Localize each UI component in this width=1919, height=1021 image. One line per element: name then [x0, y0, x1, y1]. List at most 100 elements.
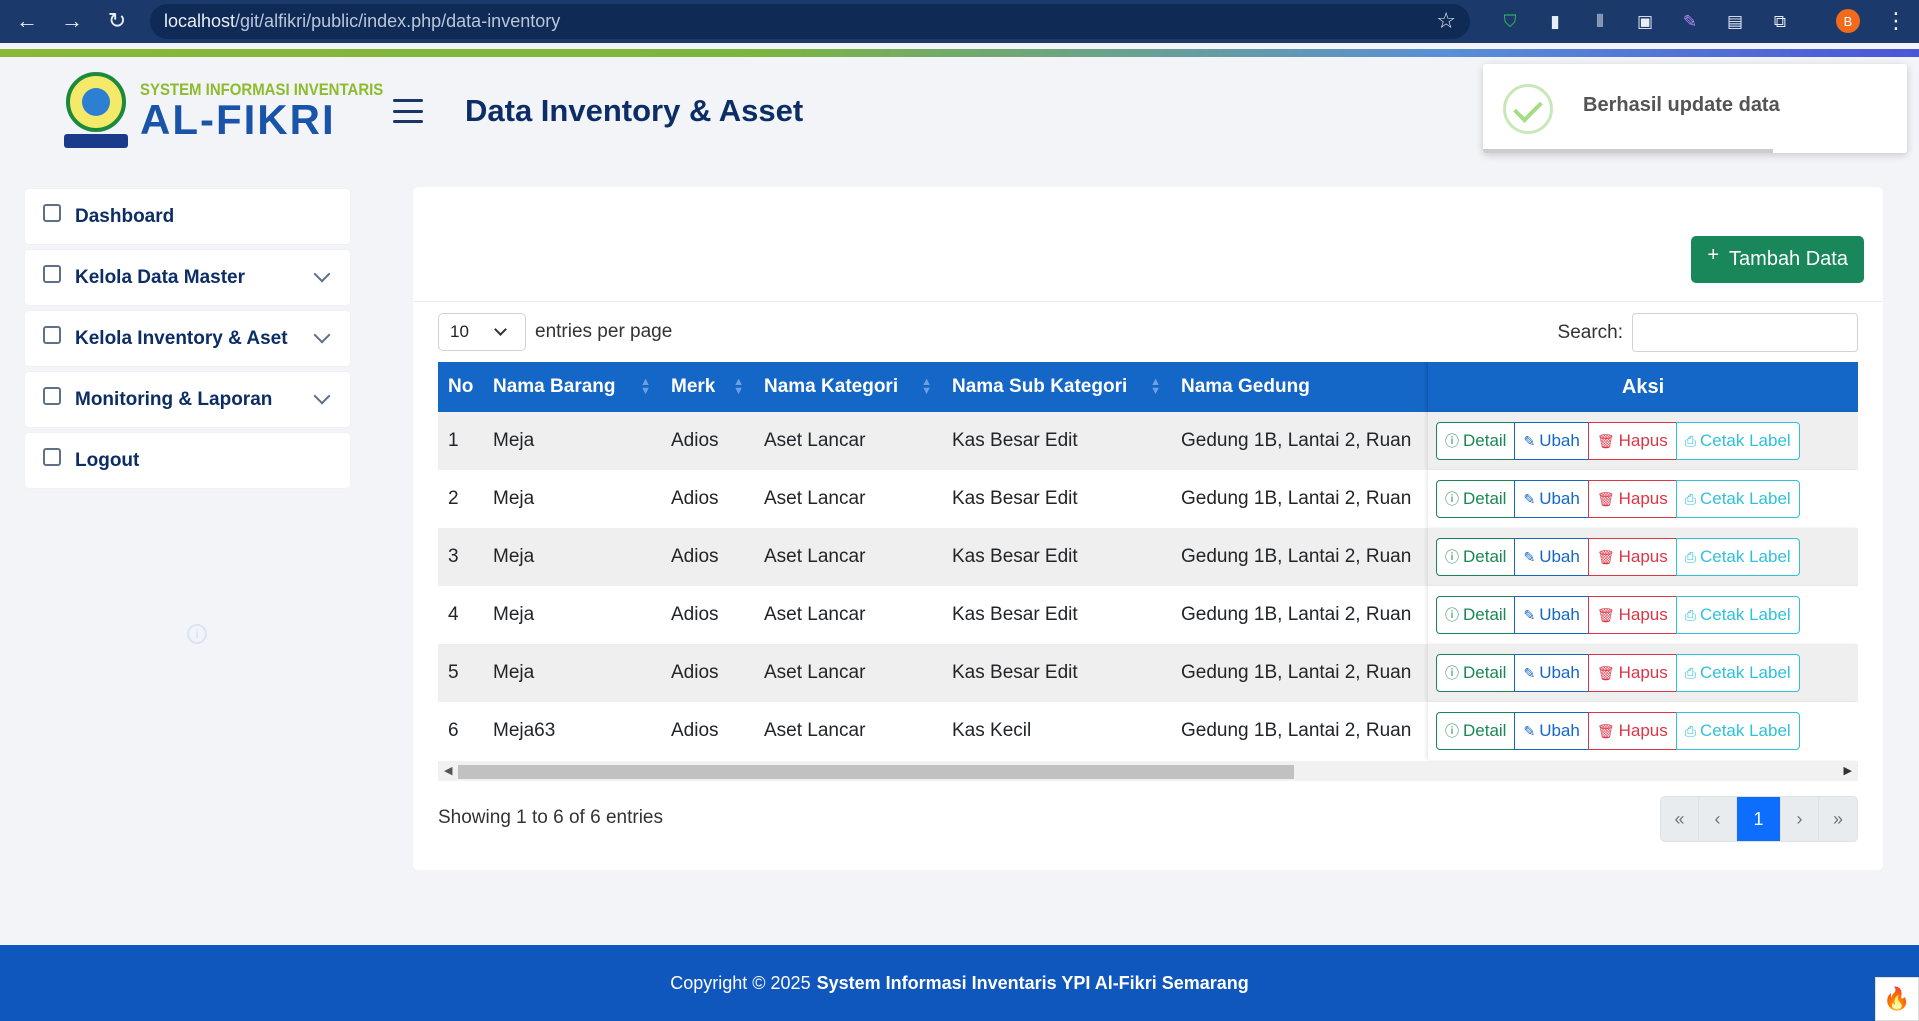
printer-icon: ⎙: [1684, 722, 1696, 739]
column-header-nama-gedung[interactable]: Nama Gedung: [1171, 362, 1428, 412]
column-header-label: Nama Barang: [493, 376, 616, 397]
image-extension-icon[interactable]: ▣: [1634, 11, 1656, 33]
table-cell: 1: [438, 412, 483, 470]
table-row: 1 Meja Adios Aset Lancar Kas Besar Edit Gedun…: [438, 412, 1428, 470]
search-input[interactable]: [1632, 313, 1858, 352]
browser-menu-icon[interactable]: ⋮: [1885, 8, 1907, 34]
edit-button[interactable]: ✎ Ubah: [1514, 654, 1589, 692]
edit-button[interactable]: ✎ Ubah: [1514, 596, 1589, 634]
page-current-button[interactable]: 1: [1737, 797, 1781, 841]
delete-button[interactable]: 🗑 Hapus: [1587, 654, 1677, 692]
column-header-label: Merk: [671, 376, 716, 397]
detail-button[interactable]: ⓘ Detail: [1436, 422, 1516, 460]
scrollbar-thumb[interactable]: [458, 765, 1294, 779]
column-header-nama-sub-kategori[interactable]: Nama Sub Kategori ▲ ▼: [942, 362, 1171, 412]
extensions-puzzle-icon[interactable]: ⧉: [1769, 11, 1791, 33]
forward-arrow-icon[interactable]: →: [57, 6, 87, 36]
delete-button[interactable]: 🗑 Hapus: [1587, 422, 1677, 460]
page-first-button[interactable]: «: [1661, 797, 1699, 841]
column-header-nama-barang[interactable]: Nama Barang ▲ ▼: [483, 362, 661, 412]
page-next-button[interactable]: ›: [1781, 797, 1819, 841]
pencil-icon: ✎: [1523, 548, 1536, 565]
table-row: 5 Meja Adios Aset Lancar Kas Besar Edit Gedun…: [438, 644, 1428, 702]
action-label: Ubah: [1539, 605, 1580, 624]
column-header-no[interactable]: No: [438, 362, 483, 412]
footer-org: System Informasi Inventaris YPI Al-Fikri…: [816, 972, 1249, 993]
bookmark-star-icon[interactable]: ☆: [1436, 8, 1456, 34]
add-data-button[interactable]: + Tambah Data: [1691, 236, 1864, 283]
print-label-button[interactable]: ⎙ Cetak Label: [1675, 712, 1800, 750]
print-label-button[interactable]: ⎙ Cetak Label: [1675, 538, 1800, 576]
footer: Copyright © 2025 System Informasi Invent…: [0, 945, 1919, 1021]
sidebar-item-kelola-data-master[interactable]: Kelola Data Master: [25, 250, 350, 305]
page-prev-button[interactable]: ‹: [1699, 797, 1737, 841]
page-length-select[interactable]: 10: [438, 313, 526, 351]
brand-logo[interactable]: SYSTEM INFORMASI INVENTARIS AL-FIKRI: [64, 70, 416, 150]
toast-message: Berhasil update data: [1583, 94, 1780, 116]
action-label: Hapus: [1618, 431, 1668, 450]
debug-toolbar-flame-icon[interactable]: 🔥: [1875, 977, 1919, 1021]
reload-icon[interactable]: ↻: [102, 6, 132, 36]
scroll-right-icon[interactable]: ▶: [1844, 764, 1852, 777]
hamburger-menu-icon[interactable]: [393, 99, 423, 123]
sidebar-item-monitoring-laporan[interactable]: Monitoring & Laporan: [25, 372, 350, 427]
action-label: Cetak Label: [1699, 547, 1791, 566]
action-label: Hapus: [1618, 605, 1668, 624]
back-arrow-icon[interactable]: ←: [12, 6, 42, 36]
info-circle-icon: ⓘ: [1445, 549, 1459, 565]
table-cell: Aset Lancar: [754, 644, 942, 702]
info-circle-icon: ⓘ: [1445, 607, 1459, 623]
shield-extension-icon[interactable]: ⛉: [1499, 11, 1521, 33]
table-row: 3 Meja Adios Aset Lancar Kas Besar Edit Gedun…: [438, 528, 1428, 586]
audio-extension-icon[interactable]: ⦀: [1589, 11, 1611, 33]
media-extension-icon[interactable]: ▤: [1724, 11, 1746, 33]
table-cell: Adios: [661, 586, 754, 644]
page-last-button[interactable]: »: [1819, 797, 1857, 841]
profile-avatar[interactable]: B: [1836, 9, 1860, 33]
table-cell: Meja: [483, 586, 661, 644]
site-info-icon[interactable]: i: [187, 624, 207, 644]
color-picker-extension-icon[interactable]: ✎: [1679, 11, 1701, 33]
sidebar-item-kelola-inventory[interactable]: Kelola Inventory & Aset: [25, 311, 350, 366]
edit-button[interactable]: ✎ Ubah: [1514, 422, 1589, 460]
column-header-nama-kategori[interactable]: Nama Kategori ▲ ▼: [754, 362, 942, 412]
print-label-button[interactable]: ⎙ Cetak Label: [1675, 596, 1800, 634]
print-label-button[interactable]: ⎙ Cetak Label: [1675, 654, 1800, 692]
delete-button[interactable]: 🗑 Hapus: [1587, 480, 1677, 518]
detail-button[interactable]: ⓘ Detail: [1436, 538, 1516, 576]
card-header: + Tambah Data: [413, 187, 1883, 302]
scroll-left-icon[interactable]: ◀: [444, 764, 452, 777]
detail-button[interactable]: ⓘ Detail: [1436, 480, 1516, 518]
delete-button[interactable]: 🗑 Hapus: [1587, 712, 1677, 750]
address-bar[interactable]: i localhost/git/alfikri/public/index.php…: [150, 4, 1470, 644]
column-header-merk[interactable]: Merk ▲ ▼: [661, 362, 754, 412]
sidebar-item-dashboard[interactable]: Dashboard: [25, 189, 350, 244]
table-cell: 2: [438, 470, 483, 528]
chevron-down-icon: [313, 326, 331, 344]
edit-button[interactable]: ✎ Ubah: [1514, 712, 1589, 750]
action-column: Aksi ⓘ Detail ✎ Ubah 🗑 Hapus ⎙ Cetak Label ⓘ Deta…: [1428, 362, 1858, 762]
plus-icon: +: [1707, 244, 1720, 266]
toast-progress-bar: [1483, 149, 1773, 153]
delete-button[interactable]: 🗑 Hapus: [1587, 538, 1677, 576]
detail-button[interactable]: ⓘ Detail: [1436, 596, 1516, 634]
printer-icon: ⎙: [1684, 490, 1696, 507]
print-label-button[interactable]: ⎙ Cetak Label: [1675, 422, 1800, 460]
action-label: Detail: [1463, 605, 1507, 624]
horizontal-scrollbar[interactable]: ◀ ▶: [438, 761, 1858, 781]
url-text[interactable]: localhost/git/alfikri/public/index.php/d…: [164, 11, 560, 32]
edit-button[interactable]: ✎ Ubah: [1514, 538, 1589, 576]
print-label-button[interactable]: ⎙ Cetak Label: [1675, 480, 1800, 518]
detail-button[interactable]: ⓘ Detail: [1436, 712, 1516, 750]
edit-button[interactable]: ✎ Ubah: [1514, 480, 1589, 518]
action-label: Detail: [1463, 431, 1507, 450]
detail-button[interactable]: ⓘ Detail: [1436, 654, 1516, 692]
delete-button[interactable]: 🗑 Hapus: [1587, 596, 1677, 634]
sidebar-item-logout[interactable]: Logout: [25, 433, 350, 488]
info-circle-icon: ⓘ: [1445, 665, 1459, 681]
action-label: Detail: [1463, 721, 1507, 740]
page-title: Data Inventory & Asset: [465, 93, 804, 128]
table-scroll-area[interactable]: No Nama Barang ▲ ▼ Merk ▲ ▼ Nama Kategori ▲ ▼ …: [438, 362, 1858, 762]
action-label: Cetak Label: [1699, 431, 1791, 450]
document-extension-icon[interactable]: ▮: [1544, 11, 1566, 33]
